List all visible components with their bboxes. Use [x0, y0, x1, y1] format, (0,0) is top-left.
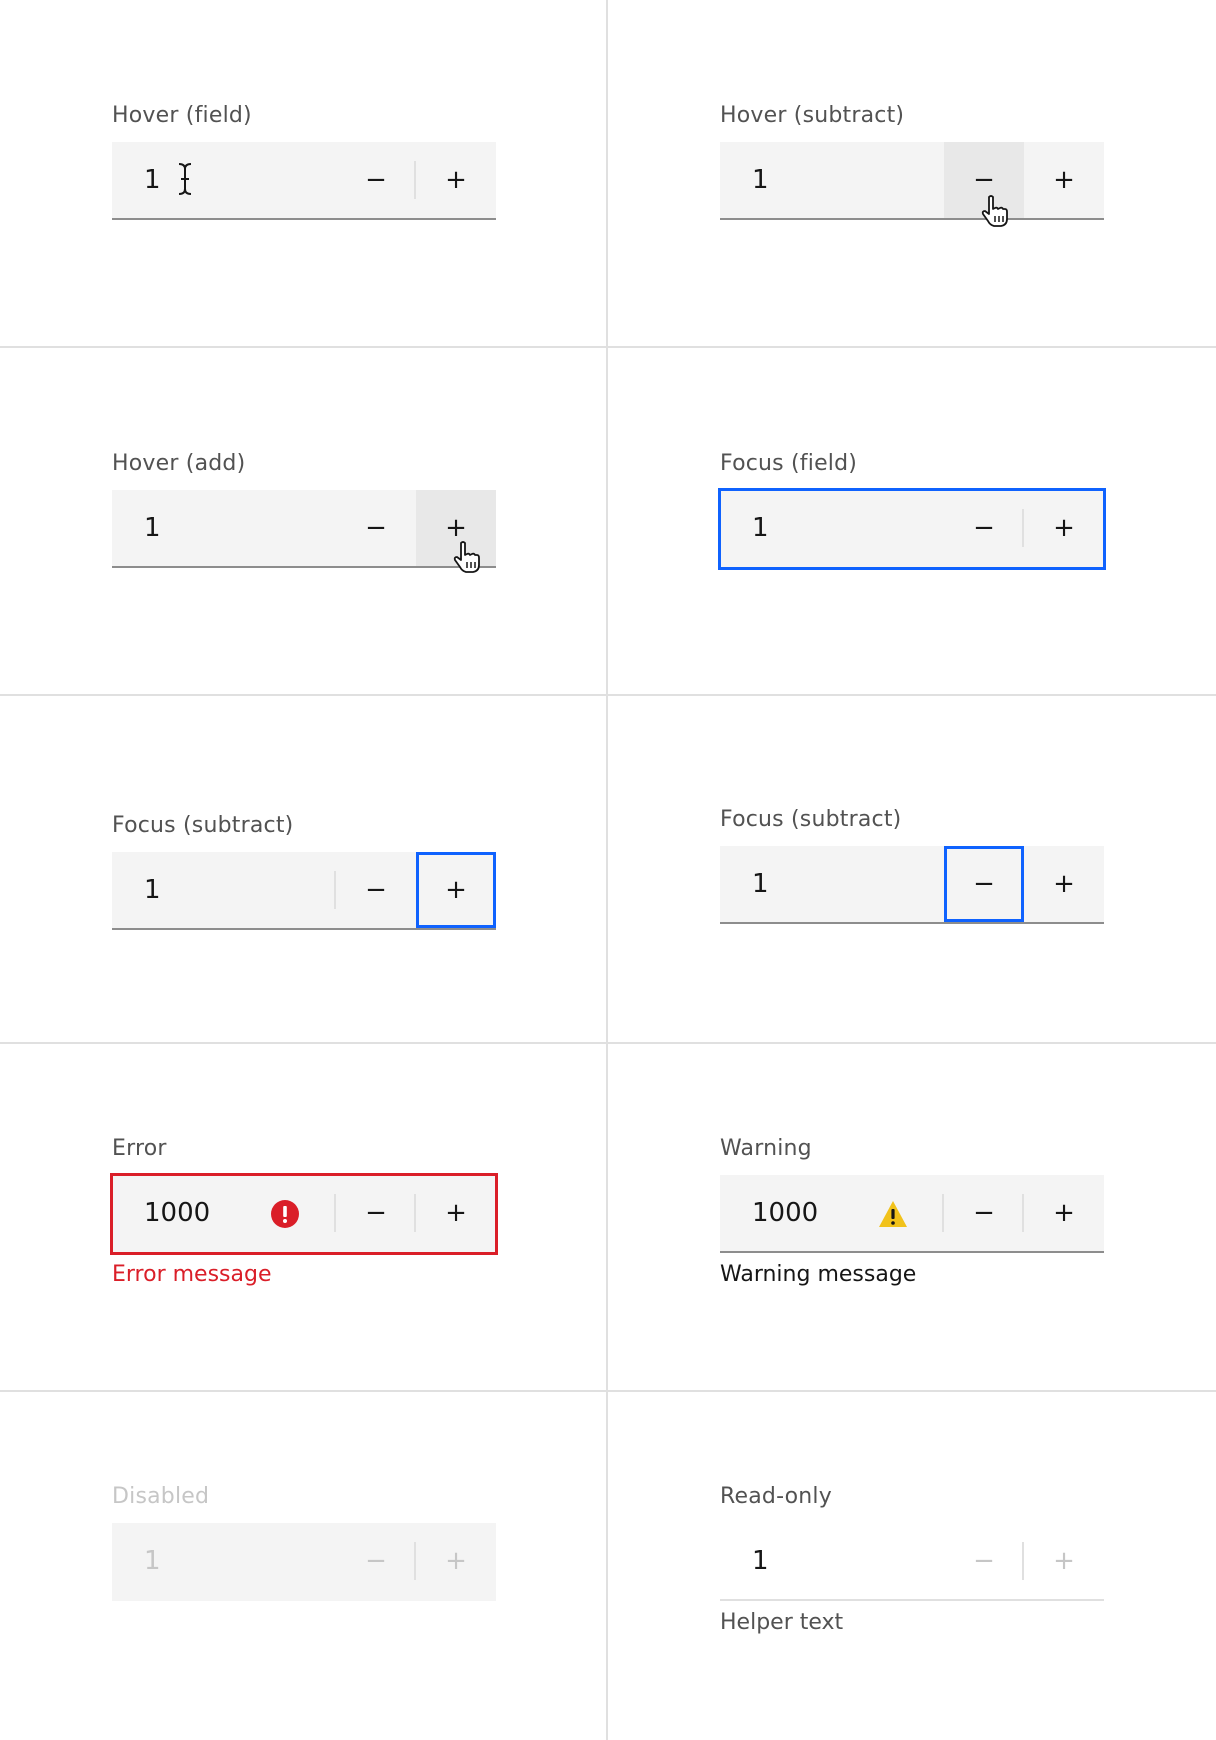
subtract-button[interactable]: −: [336, 142, 416, 218]
error-message: Error message: [112, 1262, 272, 1287]
number-input[interactable]: 1 − +: [112, 852, 496, 930]
state-focus-field: Focus (field) 1 − +: [608, 348, 1216, 696]
number-value[interactable]: 1: [144, 852, 161, 928]
number-input[interactable]: 1 − +: [112, 490, 496, 573]
number-value[interactable]: 1000: [144, 1175, 210, 1251]
field-label: Hover (subtract): [720, 103, 905, 128]
add-button[interactable]: +: [1024, 1175, 1104, 1251]
subtract-button[interactable]: −: [944, 846, 1024, 922]
subtract-button: −: [973, 1546, 995, 1576]
number-value: 1: [144, 1546, 161, 1576]
field-label: Focus (field): [720, 451, 858, 476]
state-read-only: Read-only 1 − + Helper text: [608, 1392, 1216, 1740]
field-label: Read-only: [720, 1484, 832, 1509]
field-label: Focus (subtract): [720, 807, 902, 832]
field-label: Disabled: [112, 1484, 210, 1509]
number-input: 1 − +: [112, 1523, 496, 1601]
number-input[interactable]: 1 − +: [720, 142, 1104, 227]
state-focus-subtract: Focus (subtract) 1 − +: [608, 696, 1216, 1044]
subtract-button[interactable]: −: [944, 142, 1024, 218]
number-value[interactable]: 1: [144, 490, 161, 566]
add-button[interactable]: +: [416, 1175, 496, 1251]
add-button[interactable]: +: [1024, 142, 1104, 218]
i-beam-cursor-icon: [178, 163, 192, 195]
error-filled-icon: [271, 1200, 299, 1228]
add-button: +: [445, 1546, 467, 1576]
subtract-button[interactable]: −: [944, 490, 1024, 566]
field-label: Focus (subtract): [112, 813, 294, 838]
add-button[interactable]: +: [416, 142, 496, 218]
helper-text: Helper text: [720, 1610, 844, 1635]
state-hover-add: Hover (add) 1 − +: [0, 348, 608, 696]
subtract-button[interactable]: −: [336, 1175, 416, 1251]
number-input[interactable]: 1 − +: [112, 142, 496, 220]
number-value[interactable]: 1000: [752, 1175, 818, 1251]
field-label: Hover (field): [112, 103, 252, 128]
number-value[interactable]: 1: [752, 490, 769, 566]
number-value[interactable]: 1: [144, 142, 161, 218]
subtract-button[interactable]: −: [336, 490, 416, 566]
field-label: Warning: [720, 1136, 812, 1161]
state-error: Error 1000 − + Error message: [0, 1044, 608, 1392]
number-input[interactable]: 1000 − +: [110, 1173, 498, 1255]
number-input[interactable]: 1 − +: [720, 846, 1104, 924]
state-hover-subtract: Hover (subtract) 1 − +: [608, 0, 1216, 348]
number-input: 1 − +: [720, 1523, 1104, 1601]
state-disabled: Disabled 1 − +: [0, 1392, 608, 1740]
add-button[interactable]: +: [1024, 490, 1104, 566]
state-hover-field: Hover (field) 1 − +: [0, 0, 608, 348]
number-value[interactable]: 1: [752, 846, 769, 922]
add-button: +: [1053, 1546, 1075, 1576]
add-button[interactable]: +: [416, 852, 496, 928]
warning-triangle-icon: [879, 1201, 907, 1227]
number-input[interactable]: 1 − +: [718, 488, 1106, 570]
subtract-button[interactable]: −: [336, 852, 416, 928]
state-warning: Warning 1000 − + Warning message: [608, 1044, 1216, 1392]
number-value: 1: [752, 1546, 769, 1576]
field-label: Hover (add): [112, 451, 246, 476]
subtract-button[interactable]: −: [944, 1175, 1024, 1251]
number-value[interactable]: 1: [752, 142, 769, 218]
field-label: Error: [112, 1136, 167, 1161]
add-button[interactable]: +: [1024, 846, 1104, 922]
number-input-states-grid: Hover (field) 1 − + Hover (subtract) 1 −…: [0, 0, 1216, 1740]
state-focus-add: Focus (subtract) 1 − +: [0, 696, 608, 1044]
subtract-button: −: [365, 1546, 387, 1576]
warning-message: Warning message: [720, 1262, 917, 1287]
add-button[interactable]: +: [416, 490, 496, 566]
number-input[interactable]: 1000 − +: [720, 1175, 1104, 1253]
